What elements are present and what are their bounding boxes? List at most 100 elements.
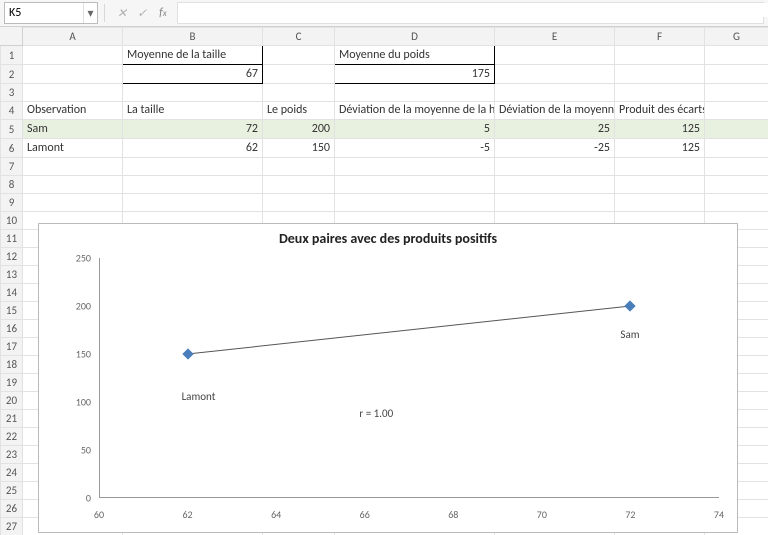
row-header[interactable]: 7: [1, 158, 23, 176]
row-header[interactable]: 15: [1, 302, 23, 320]
select-all-triangle[interactable]: [0, 27, 23, 46]
cell-A2[interactable]: [23, 65, 123, 84]
row-header[interactable]: 8: [1, 176, 23, 194]
cell-B7[interactable]: [123, 158, 263, 176]
col-header-B[interactable]: B: [123, 28, 263, 46]
cell-G5[interactable]: [705, 120, 768, 139]
row-header[interactable]: 20: [1, 392, 23, 410]
cell-F6[interactable]: 125: [615, 139, 705, 158]
name-box[interactable]: ▾: [4, 2, 98, 24]
cell-F7[interactable]: [615, 158, 705, 176]
cell-D2[interactable]: 175: [335, 65, 495, 84]
cell-B5[interactable]: 72: [123, 120, 263, 139]
cell-D9[interactable]: [335, 194, 495, 212]
col-header-D[interactable]: D: [335, 28, 495, 46]
cell-E7[interactable]: [495, 158, 615, 176]
col-header-F[interactable]: F: [615, 28, 705, 46]
cell-F4[interactable]: Produit des écarts: [615, 102, 705, 120]
cell-C6[interactable]: 150: [263, 139, 335, 158]
row-header[interactable]: 17: [1, 338, 23, 356]
embedded-chart[interactable]: Deux paires avec des produits positifs 0…: [38, 223, 738, 533]
row-header[interactable]: 25: [1, 482, 23, 500]
cell-C5[interactable]: 200: [263, 120, 335, 139]
cell-A8[interactable]: [23, 176, 123, 194]
row-header[interactable]: 11: [1, 230, 23, 248]
row-header[interactable]: 18: [1, 356, 23, 374]
row-header[interactable]: 4: [1, 102, 23, 120]
row-header[interactable]: 27: [1, 518, 23, 535]
cell-A9[interactable]: [23, 194, 123, 212]
cell-B3[interactable]: [123, 84, 263, 102]
formula-input[interactable]: [178, 3, 768, 17]
cell-C4[interactable]: Le poids: [263, 102, 335, 120]
row-header[interactable]: 2: [1, 65, 23, 84]
cell-C9[interactable]: [263, 194, 335, 212]
cell-F5[interactable]: 125: [615, 120, 705, 139]
name-box-input[interactable]: [5, 6, 83, 20]
cell-G7[interactable]: [705, 158, 768, 176]
cell-G2[interactable]: [705, 65, 768, 84]
cell-E5[interactable]: 25: [495, 120, 615, 139]
name-box-dropdown-icon[interactable]: ▾: [83, 3, 97, 23]
cancel-icon[interactable]: ✕: [117, 6, 127, 21]
cell-E8[interactable]: [495, 176, 615, 194]
cell-D3[interactable]: [335, 84, 495, 102]
col-header-G[interactable]: G: [705, 28, 768, 46]
cell-C7[interactable]: [263, 158, 335, 176]
cell-G8[interactable]: [705, 176, 768, 194]
cell-C8[interactable]: [263, 176, 335, 194]
cell-E9[interactable]: [495, 194, 615, 212]
cell-G9[interactable]: [705, 194, 768, 212]
cell-B9[interactable]: [123, 194, 263, 212]
cell-E6[interactable]: -25: [495, 139, 615, 158]
row-header[interactable]: 12: [1, 248, 23, 266]
cell-F9[interactable]: [615, 194, 705, 212]
cell-B6[interactable]: 62: [123, 139, 263, 158]
col-header-A[interactable]: A: [23, 28, 123, 46]
cell-D7[interactable]: [335, 158, 495, 176]
row-header[interactable]: 6: [1, 139, 23, 158]
row-header[interactable]: 19: [1, 374, 23, 392]
cell-E3[interactable]: [495, 84, 615, 102]
cell-B1[interactable]: Moyenne de la taille: [123, 46, 263, 65]
cell-D1[interactable]: Moyenne du poids: [335, 46, 495, 65]
cell-F1[interactable]: [615, 46, 705, 65]
cell-F3[interactable]: [615, 84, 705, 102]
cell-B4[interactable]: La taille: [123, 102, 263, 120]
row-header[interactable]: 23: [1, 446, 23, 464]
row-header[interactable]: 22: [1, 428, 23, 446]
cell-E1[interactable]: [495, 46, 615, 65]
cell-A1[interactable]: [23, 46, 123, 65]
col-header-E[interactable]: E: [495, 28, 615, 46]
cell-A7[interactable]: [23, 158, 123, 176]
cell-C3[interactable]: [263, 84, 335, 102]
cell-A4[interactable]: Observation: [23, 102, 123, 120]
cell-C1[interactable]: [263, 46, 335, 65]
cell-D8[interactable]: [335, 176, 495, 194]
cell-A5[interactable]: Sam: [23, 120, 123, 139]
cell-G4[interactable]: [705, 102, 768, 120]
cell-E2[interactable]: [495, 65, 615, 84]
cell-G6[interactable]: [705, 139, 768, 158]
cell-F2[interactable]: [615, 65, 705, 84]
formula-input-container[interactable]: [177, 2, 764, 24]
row-header[interactable]: 10: [1, 212, 23, 230]
cell-B8[interactable]: [123, 176, 263, 194]
cell-A6[interactable]: Lamont: [23, 139, 123, 158]
cell-D4[interactable]: Déviation de la moyenne de la hauteur: [335, 102, 495, 120]
cell-D5[interactable]: 5: [335, 120, 495, 139]
cell-F8[interactable]: [615, 176, 705, 194]
cell-E4[interactable]: Déviation de la moyenne du poids: [495, 102, 615, 120]
row-header[interactable]: 21: [1, 410, 23, 428]
cell-D6[interactable]: -5: [335, 139, 495, 158]
cell-A3[interactable]: [23, 84, 123, 102]
row-header[interactable]: 1: [1, 46, 23, 65]
row-header[interactable]: 9: [1, 194, 23, 212]
row-header[interactable]: 13: [1, 266, 23, 284]
row-header[interactable]: 16: [1, 320, 23, 338]
accept-icon[interactable]: ✓: [137, 6, 147, 21]
row-header[interactable]: 24: [1, 464, 23, 482]
cell-G3[interactable]: [705, 84, 768, 102]
col-header-C[interactable]: C: [263, 28, 335, 46]
row-header[interactable]: 3: [1, 84, 23, 102]
